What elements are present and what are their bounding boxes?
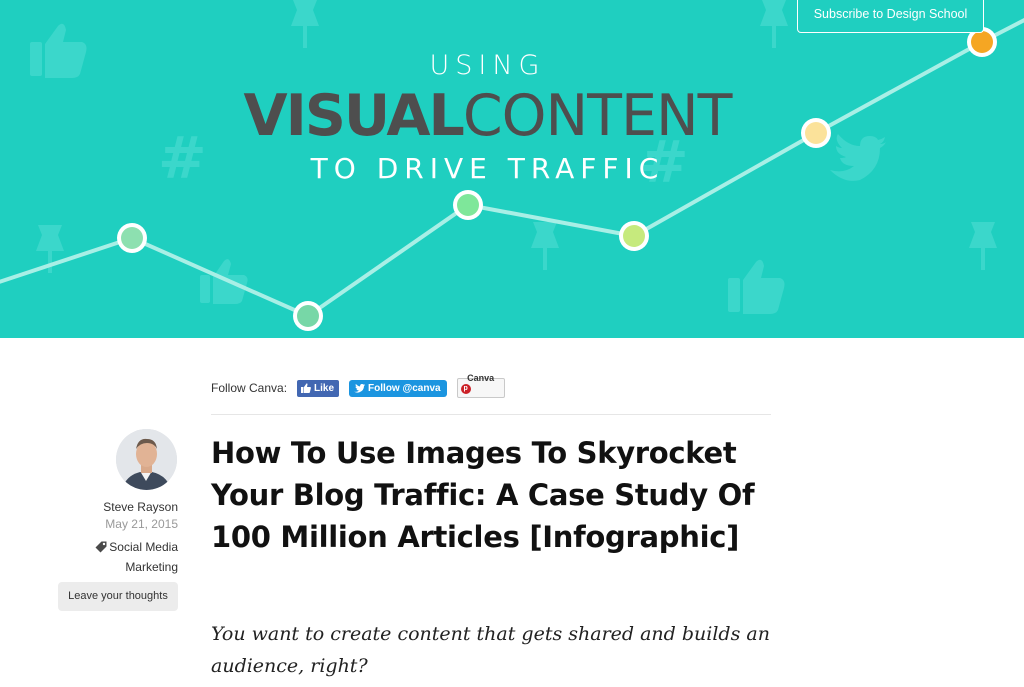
divider (211, 414, 771, 415)
subscribe-button[interactable]: Subscribe to Design School (797, 0, 984, 33)
author-name[interactable]: Steve Rayson (60, 500, 178, 514)
category-label: Social Media Marketing (109, 540, 178, 574)
facebook-like-label: Like (314, 382, 335, 394)
leave-comment-button[interactable]: Leave your thoughts (58, 582, 178, 611)
hero-title-line1: USING (429, 50, 546, 81)
article-title: How To Use Images To Skyrocket Your Blog… (211, 436, 755, 554)
pinterest-icon: p (460, 384, 471, 394)
hero-title-visual: VISUAL (243, 83, 465, 149)
author-avatar[interactable] (116, 429, 177, 490)
author-photo (116, 429, 177, 490)
pinterest-label: Canva (467, 373, 495, 383)
post-category[interactable]: Social Media Marketing (60, 537, 178, 577)
follow-bar: Follow Canva: Like Follow @canva Canva p (211, 373, 505, 398)
hero-banner: # # USING VISUALCONTENT TO DRIVE TRAFFIC… (0, 0, 1024, 338)
pinterest-follow-button[interactable]: Canva p (456, 373, 505, 398)
twitter-follow-button[interactable]: Follow @canva (349, 379, 447, 397)
tag-icon (95, 541, 107, 553)
article-lead: You want to create content that gets sha… (211, 623, 770, 677)
follow-label: Follow Canva: (211, 381, 288, 395)
twitter-bird-icon (354, 383, 366, 393)
hero-title-content: CONTENT (462, 83, 733, 149)
hero-title-line3: TO DRIVE TRAFFIC (310, 152, 665, 185)
hero-title-line2: VISUALCONTENT (0, 84, 975, 148)
thumbs-up-icon (301, 383, 311, 393)
post-date: May 21, 2015 (105, 517, 178, 531)
twitter-follow-label: Follow @canva (368, 382, 441, 394)
hero-title: USING VISUALCONTENT TO DRIVE TRAFFIC (0, 0, 1024, 338)
facebook-like-button[interactable]: Like (297, 379, 340, 397)
